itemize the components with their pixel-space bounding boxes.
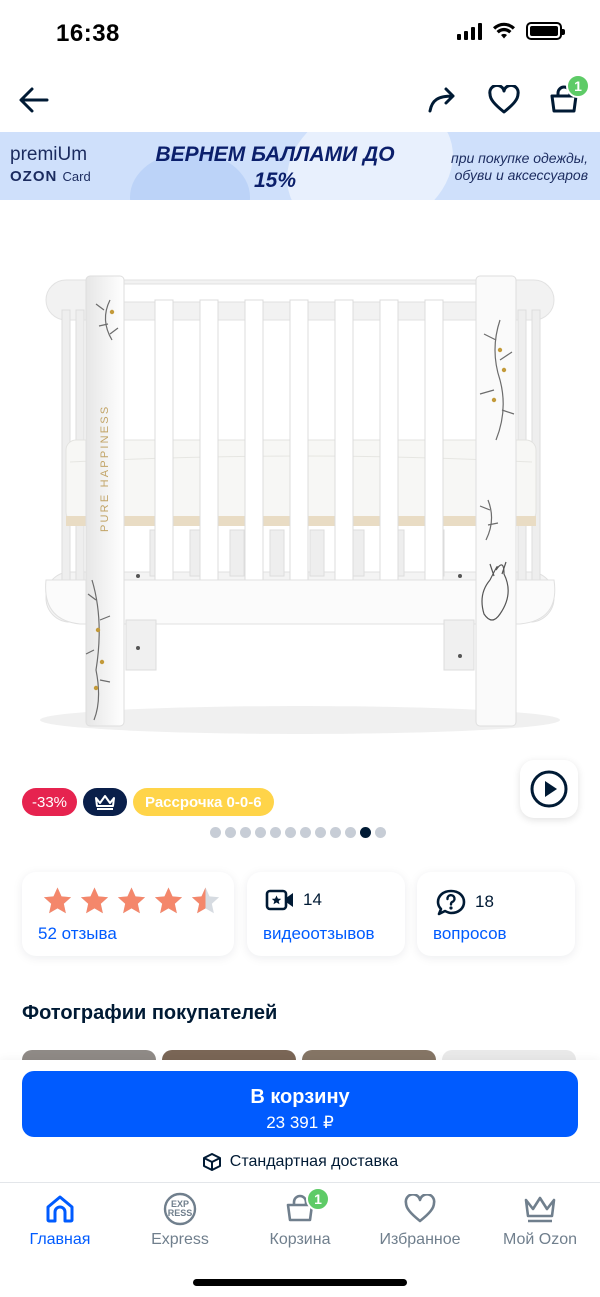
delivery-info[interactable]: Стандартная доставка xyxy=(0,1152,600,1172)
reviews-link[interactable]: 52 отзыва xyxy=(38,924,117,944)
cart-count-badge: 1 xyxy=(566,74,590,98)
discount-badge: -33% xyxy=(22,788,78,816)
questions-link[interactable]: вопросов xyxy=(433,924,507,944)
gallery-dot[interactable] xyxy=(270,827,281,838)
home-indicator xyxy=(193,1279,407,1286)
gallery-dot[interactable] xyxy=(330,827,341,838)
gallery-dot[interactable] xyxy=(300,827,311,838)
gallery-dot[interactable] xyxy=(360,827,371,838)
gallery-dot[interactable] xyxy=(240,827,251,838)
video-reviews-card[interactable]: 14 видеоотзывов xyxy=(247,872,405,956)
express-icon: EXP RESS xyxy=(163,1192,197,1226)
rating-stars xyxy=(42,886,221,916)
video-review-icon xyxy=(265,889,293,911)
heart-icon xyxy=(404,1194,436,1223)
promo-brand-card: Card xyxy=(62,169,91,184)
product-header: 1 xyxy=(0,68,600,132)
share-icon xyxy=(428,87,455,113)
crown-icon xyxy=(95,795,116,810)
share-button[interactable] xyxy=(422,80,462,120)
product-stats: 52 отзыва 14 видеоотзывов 18 вопросов xyxy=(22,872,578,958)
tab-bar: Главная EXP RESS Express 1 Корзина Избра… xyxy=(0,1182,600,1297)
gallery-dot[interactable] xyxy=(315,827,326,838)
status-bar: 16:38 xyxy=(0,0,600,68)
crib-brand-text: PURE HAPPINESS xyxy=(99,405,111,532)
tab-cart-label: Корзина xyxy=(269,1231,331,1248)
delivery-label: Стандартная доставка xyxy=(229,1153,399,1170)
installment-label: Рассрочка 0-0-6 xyxy=(145,793,262,811)
product-price: 23 391 ₽ xyxy=(266,1112,334,1132)
favorite-button[interactable] xyxy=(484,80,524,120)
promo-subtext: при покупке одежды, обуви и аксессуаров xyxy=(451,150,588,183)
tab-home[interactable]: Главная xyxy=(0,1191,120,1255)
product-badges: -33% Рассрочка 0-0-6 xyxy=(22,788,274,816)
questions-card[interactable]: 18 вопросов xyxy=(417,872,575,956)
tab-express-label: Express xyxy=(151,1231,209,1248)
box-icon xyxy=(202,1153,221,1171)
crown-icon xyxy=(524,1196,556,1223)
rating-card[interactable]: 52 отзыва xyxy=(22,872,234,956)
product-image[interactable]: PURE HAPPINESS xyxy=(0,200,600,760)
promo-banner[interactable]: premiUm OZON Card ВЕРНЕМ БАЛЛАМИ ДО 15% … xyxy=(0,132,600,200)
status-icons xyxy=(457,22,565,40)
promo-headline: ВЕРНЕМ БАЛЛАМИ ДО 15% xyxy=(155,143,395,192)
tab-my-ozon-label: Мой Ozon xyxy=(502,1231,578,1248)
tab-cart[interactable]: 1 Корзина xyxy=(240,1187,360,1255)
heart-icon xyxy=(488,85,520,114)
promo-brand: premiUm OZON Card xyxy=(10,144,91,188)
gallery-dot[interactable] xyxy=(210,827,221,838)
tab-cart-badge: 1 xyxy=(306,1187,330,1211)
tab-home-label: Главная xyxy=(29,1231,91,1248)
purchase-panel: В корзину 23 391 ₽ Стандартная доставка xyxy=(0,1060,600,1182)
play-video-button[interactable] xyxy=(520,760,578,818)
home-icon xyxy=(46,1195,74,1223)
question-icon xyxy=(436,889,466,916)
promo-brand-premium: premiUm xyxy=(10,144,88,165)
tab-my-ozon[interactable]: Мой Ozon xyxy=(480,1191,600,1255)
add-to-cart-label: В корзину xyxy=(250,1085,350,1108)
customer-photos-title: Фотографии покупателей xyxy=(22,1002,278,1024)
arrow-left-icon xyxy=(19,87,49,113)
cart-button[interactable]: 1 xyxy=(544,74,590,120)
star-icon xyxy=(80,887,109,914)
video-review-count: 14 xyxy=(303,890,322,909)
star-icon xyxy=(117,887,146,914)
questions-count: 18 xyxy=(475,892,494,911)
signal-icon xyxy=(457,22,482,40)
battery-icon xyxy=(526,22,565,40)
crib-image: PURE HAPPINESS xyxy=(40,275,560,734)
star-icon xyxy=(154,887,183,914)
tab-favorites-label: Избранное xyxy=(379,1231,461,1248)
status-time: 16:38 xyxy=(56,20,120,47)
wifi-icon xyxy=(493,22,515,39)
promo-brand-ozon: OZON xyxy=(10,168,58,185)
gallery-dot[interactable] xyxy=(285,827,296,838)
star-icon xyxy=(43,887,72,914)
tab-express[interactable]: EXP RESS Express xyxy=(120,1191,240,1255)
star-icon xyxy=(191,887,220,914)
gallery-dot[interactable] xyxy=(225,827,236,838)
gallery-dot[interactable] xyxy=(255,827,266,838)
gallery-dot[interactable] xyxy=(375,827,386,838)
installment-badge[interactable]: Рассрочка 0-0-6 xyxy=(133,788,274,816)
gallery-pager xyxy=(210,827,386,838)
video-reviews-link[interactable]: видеоотзывов xyxy=(263,924,375,944)
tab-favorites[interactable]: Избранное xyxy=(360,1191,480,1255)
svg-text:RESS: RESS xyxy=(168,1208,193,1218)
add-to-cart-button[interactable]: В корзину 23 391 ₽ xyxy=(22,1071,578,1137)
back-button[interactable] xyxy=(14,80,54,120)
gallery-dot[interactable] xyxy=(345,827,356,838)
play-icon xyxy=(530,770,568,808)
premium-badge xyxy=(83,788,128,816)
